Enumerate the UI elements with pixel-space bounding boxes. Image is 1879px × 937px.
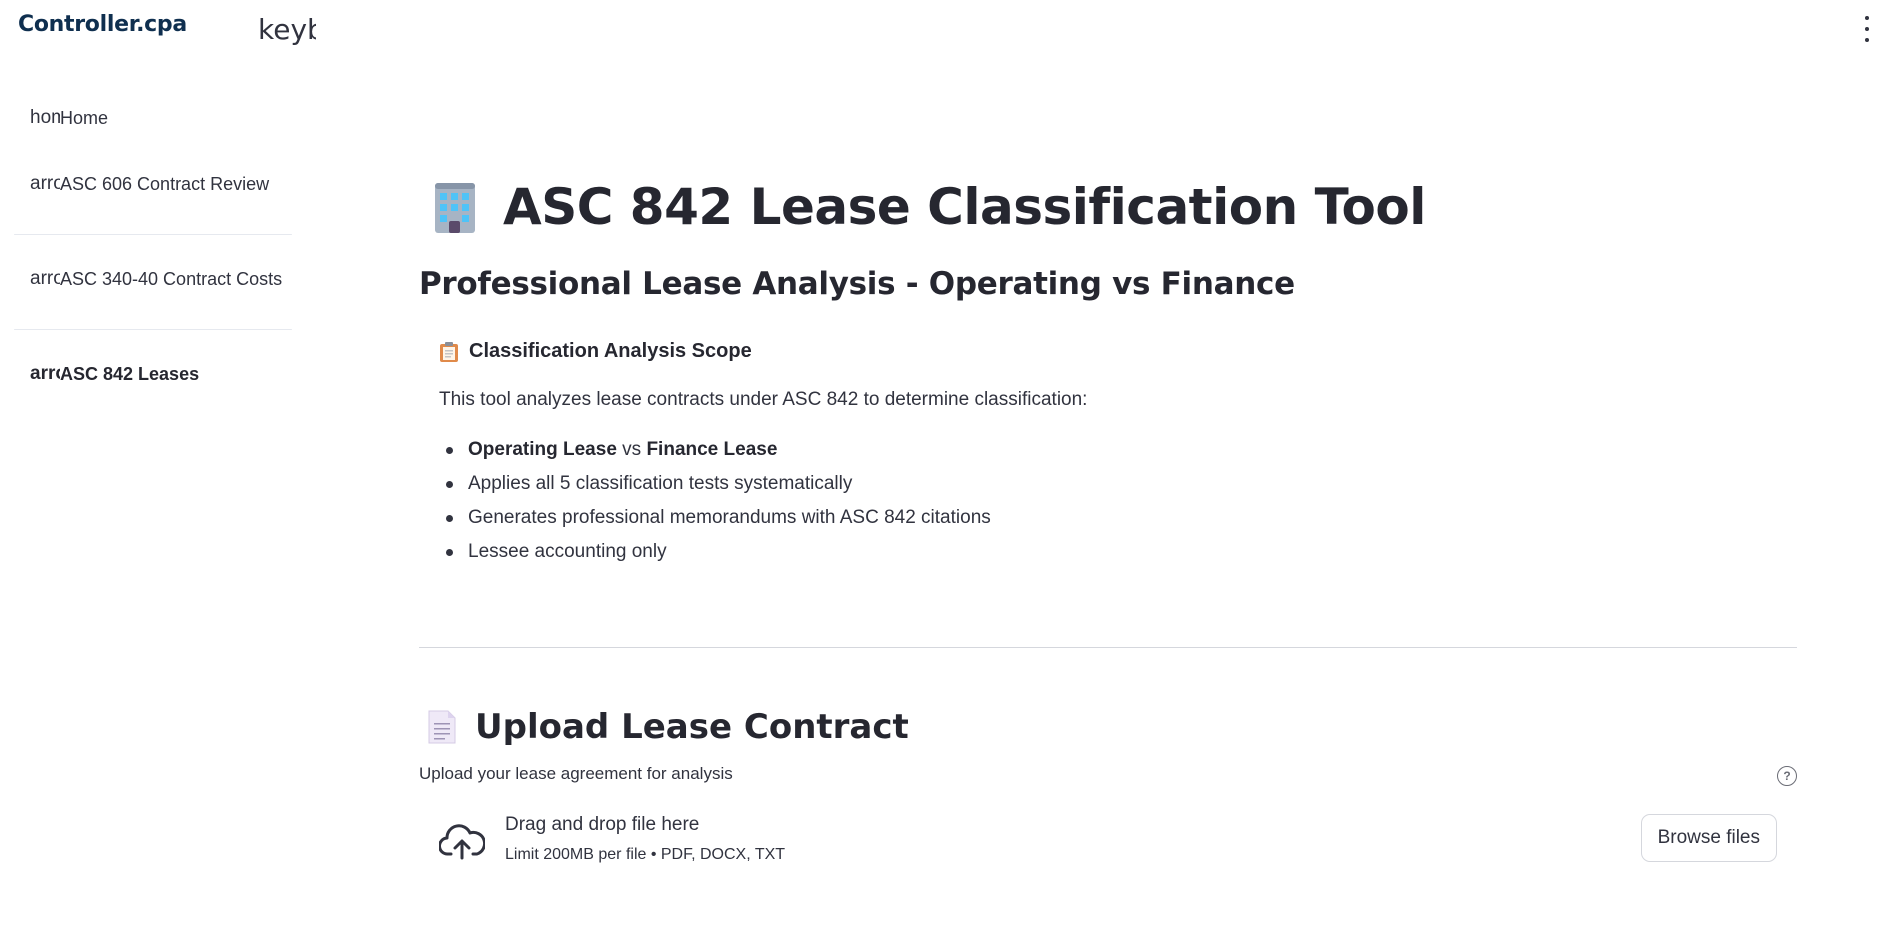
menu-dot — [1865, 16, 1869, 20]
scope-list: Operating Lease vs Finance Lease Applies… — [439, 433, 1797, 569]
app-root: Controller.cpa keyboard_double_arrow_lef… — [0, 0, 1879, 937]
browse-files-button[interactable]: Browse files — [1640, 814, 1777, 862]
arrow-forward-icon: arrow_forward — [30, 173, 60, 194]
upload-title-text: Upload Lease Contract — [475, 707, 909, 747]
list-item: Lessee accounting only — [446, 535, 1797, 569]
cloud-upload-icon — [438, 822, 487, 860]
upload-section-title: Upload Lease Contract — [419, 702, 1797, 752]
scope-heading-text: Classification Analysis Scope — [469, 340, 752, 362]
dropzone-limit: Limit 200MB per file • PDF, DOCX, TXT — [505, 846, 786, 863]
collapse-sidebar-icon[interactable]: keyboard_double_arrow_left — [258, 12, 316, 48]
arrow-forward-icon: arrow_forward — [30, 268, 60, 289]
operating-lease-term: Operating Lease — [468, 439, 617, 460]
menu-dot — [1865, 27, 1869, 31]
vs-text: vs — [616, 439, 647, 460]
file-dropzone[interactable]: Drag and drop file here Limit 200MB per … — [419, 810, 1797, 880]
sidebar-item-home[interactable]: home Home — [0, 96, 300, 140]
dropzone-title: Drag and drop file here — [505, 814, 700, 835]
scope-intro: This tool analyzes lease contracts under… — [439, 389, 1088, 410]
arrow-forward-icon: arrow_forward — [30, 363, 60, 384]
clipboard-icon — [439, 341, 459, 363]
upload-label-row: Upload your lease agreement for analysis… — [419, 764, 1797, 790]
sidebar-item-asc-340-40[interactable]: arrow_forward ASC 340-40 Contract Costs — [0, 257, 300, 301]
app-logo[interactable]: Controller.cpa — [18, 12, 187, 37]
main-content: ASC 842 Lease Classification Tool Profes… — [419, 170, 1797, 880]
list-item: Generates professional memorandums with … — [446, 501, 1797, 535]
sidebar-divider — [14, 329, 292, 330]
sidebar-item-label: Home — [60, 107, 109, 128]
sidebar-item-label: ASC 842 Leases — [60, 363, 200, 384]
help-icon[interactable]: ? — [1777, 766, 1797, 786]
page-title: ASC 842 Lease Classification Tool — [419, 170, 1797, 244]
menu-dot — [1865, 38, 1869, 42]
sidebar-item-asc-842[interactable]: arrow_forward ASC 842 Leases — [0, 352, 300, 396]
page-title-text: ASC 842 Lease Classification Tool — [503, 178, 1426, 236]
section-divider — [419, 647, 1797, 648]
sidebar-item-label: ASC 606 Contract Review — [60, 173, 270, 194]
office-building-icon — [427, 179, 483, 235]
list-item: Operating Lease vs Finance Lease — [446, 433, 1797, 467]
scope-section: Classification Analysis Scope This tool … — [419, 340, 1797, 569]
finance-lease-term: Finance Lease — [646, 439, 778, 460]
scope-heading: Classification Analysis Scope — [439, 340, 1797, 363]
page-subtitle: Professional Lease Analysis - Operating … — [419, 266, 1295, 302]
sidebar-item-label: ASC 340-40 Contract Costs — [60, 268, 283, 289]
sidebar-item-asc-606[interactable]: arrow_forward ASC 606 Contract Review — [0, 162, 300, 206]
page-facing-up-icon — [427, 709, 457, 745]
sidebar-nav: home Home arrow_forward ASC 606 Contract… — [0, 80, 300, 396]
upload-label: Upload your lease agreement for analysis — [419, 764, 733, 783]
sidebar-divider — [14, 234, 292, 235]
main-menu-icon[interactable] — [1862, 16, 1872, 42]
list-item: Applies all 5 classification tests syste… — [446, 467, 1797, 501]
home-icon: home — [30, 107, 60, 128]
